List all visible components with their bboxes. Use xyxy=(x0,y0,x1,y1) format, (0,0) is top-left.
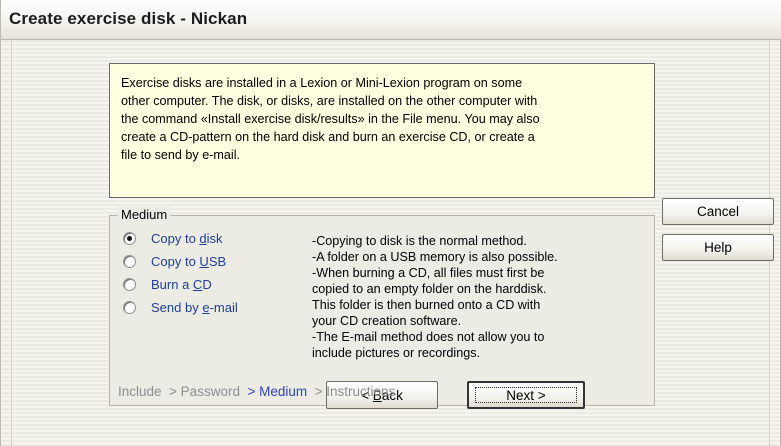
description-line: -A folder on a USB memory is also possib… xyxy=(312,250,558,264)
radio-copy-to-disk[interactable]: Copy to disk xyxy=(123,228,223,248)
description-line: copied to an empty folder on the harddis… xyxy=(312,282,547,296)
breadcrumb-medium[interactable]: > Medium xyxy=(240,384,307,399)
title-bar: Create exercise disk - Nickan xyxy=(1,0,781,40)
radio-label-copy-to-disk: Copy to disk xyxy=(151,230,223,246)
cancel-button[interactable]: Cancel xyxy=(662,198,774,225)
dialog-content: Exercise disks are installed in a Lexion… xyxy=(11,40,774,446)
description-line: -When burning a CD, all files must first… xyxy=(312,266,545,280)
breadcrumb-include[interactable]: Include xyxy=(118,384,162,399)
radio-button-checked[interactable] xyxy=(123,231,136,245)
radio-label-copy-to-usb: Copy to USB xyxy=(151,253,227,269)
radio-button[interactable] xyxy=(123,300,136,314)
description-line: -Copying to disk is the normal method. xyxy=(312,234,527,248)
description-line: This folder is then burned onto a CD wit… xyxy=(312,298,541,312)
description-line: include pictures or recordings. xyxy=(312,346,480,360)
window-title: Create exercise disk - Nickan xyxy=(9,9,248,28)
radio-label-send-by-email: Send by e-mail xyxy=(151,299,238,315)
dialog-window: Create exercise disk - Nickan Exercise d… xyxy=(0,0,781,446)
radio-burn-a-cd[interactable]: Burn a CD xyxy=(123,274,212,294)
focus-rectangle xyxy=(475,387,577,403)
wizard-breadcrumb: Include > Password > Medium > Instructio… xyxy=(118,384,395,399)
info-line: Exercise disks are installed in a Lexion… xyxy=(121,76,523,90)
radio-label-burn-a-cd: Burn a CD xyxy=(151,276,212,292)
info-text-box: Exercise disks are installed in a Lexion… xyxy=(109,63,655,198)
info-line: the command «Install exercise disk/resul… xyxy=(121,112,540,126)
info-line: other computer. The disk, or disks, are … xyxy=(121,94,538,108)
next-button[interactable]: Next > xyxy=(467,381,585,409)
medium-groupbox: Medium Copy to disk Copy to USB Burn a C… xyxy=(109,207,655,406)
radio-copy-to-usb[interactable]: Copy to USB xyxy=(123,251,226,271)
medium-description: -Copying to disk is the normal method. -… xyxy=(312,233,642,361)
description-line: -The E-mail method does not allow you to xyxy=(312,330,545,344)
medium-group-label: Medium xyxy=(118,207,171,222)
breadcrumb-instructions[interactable]: > Instructions xyxy=(307,384,396,399)
radio-send-by-email[interactable]: Send by e-mail xyxy=(123,297,238,317)
help-button[interactable]: Help xyxy=(662,234,774,261)
info-line: create a CD-pattern on the hard disk and… xyxy=(121,130,535,144)
breadcrumb-password[interactable]: > Password xyxy=(162,384,240,399)
description-line: your CD creation software. xyxy=(312,314,462,328)
radio-button[interactable] xyxy=(123,254,136,268)
radio-button[interactable] xyxy=(123,277,136,291)
info-line: file to send by e-mail. xyxy=(121,148,240,162)
